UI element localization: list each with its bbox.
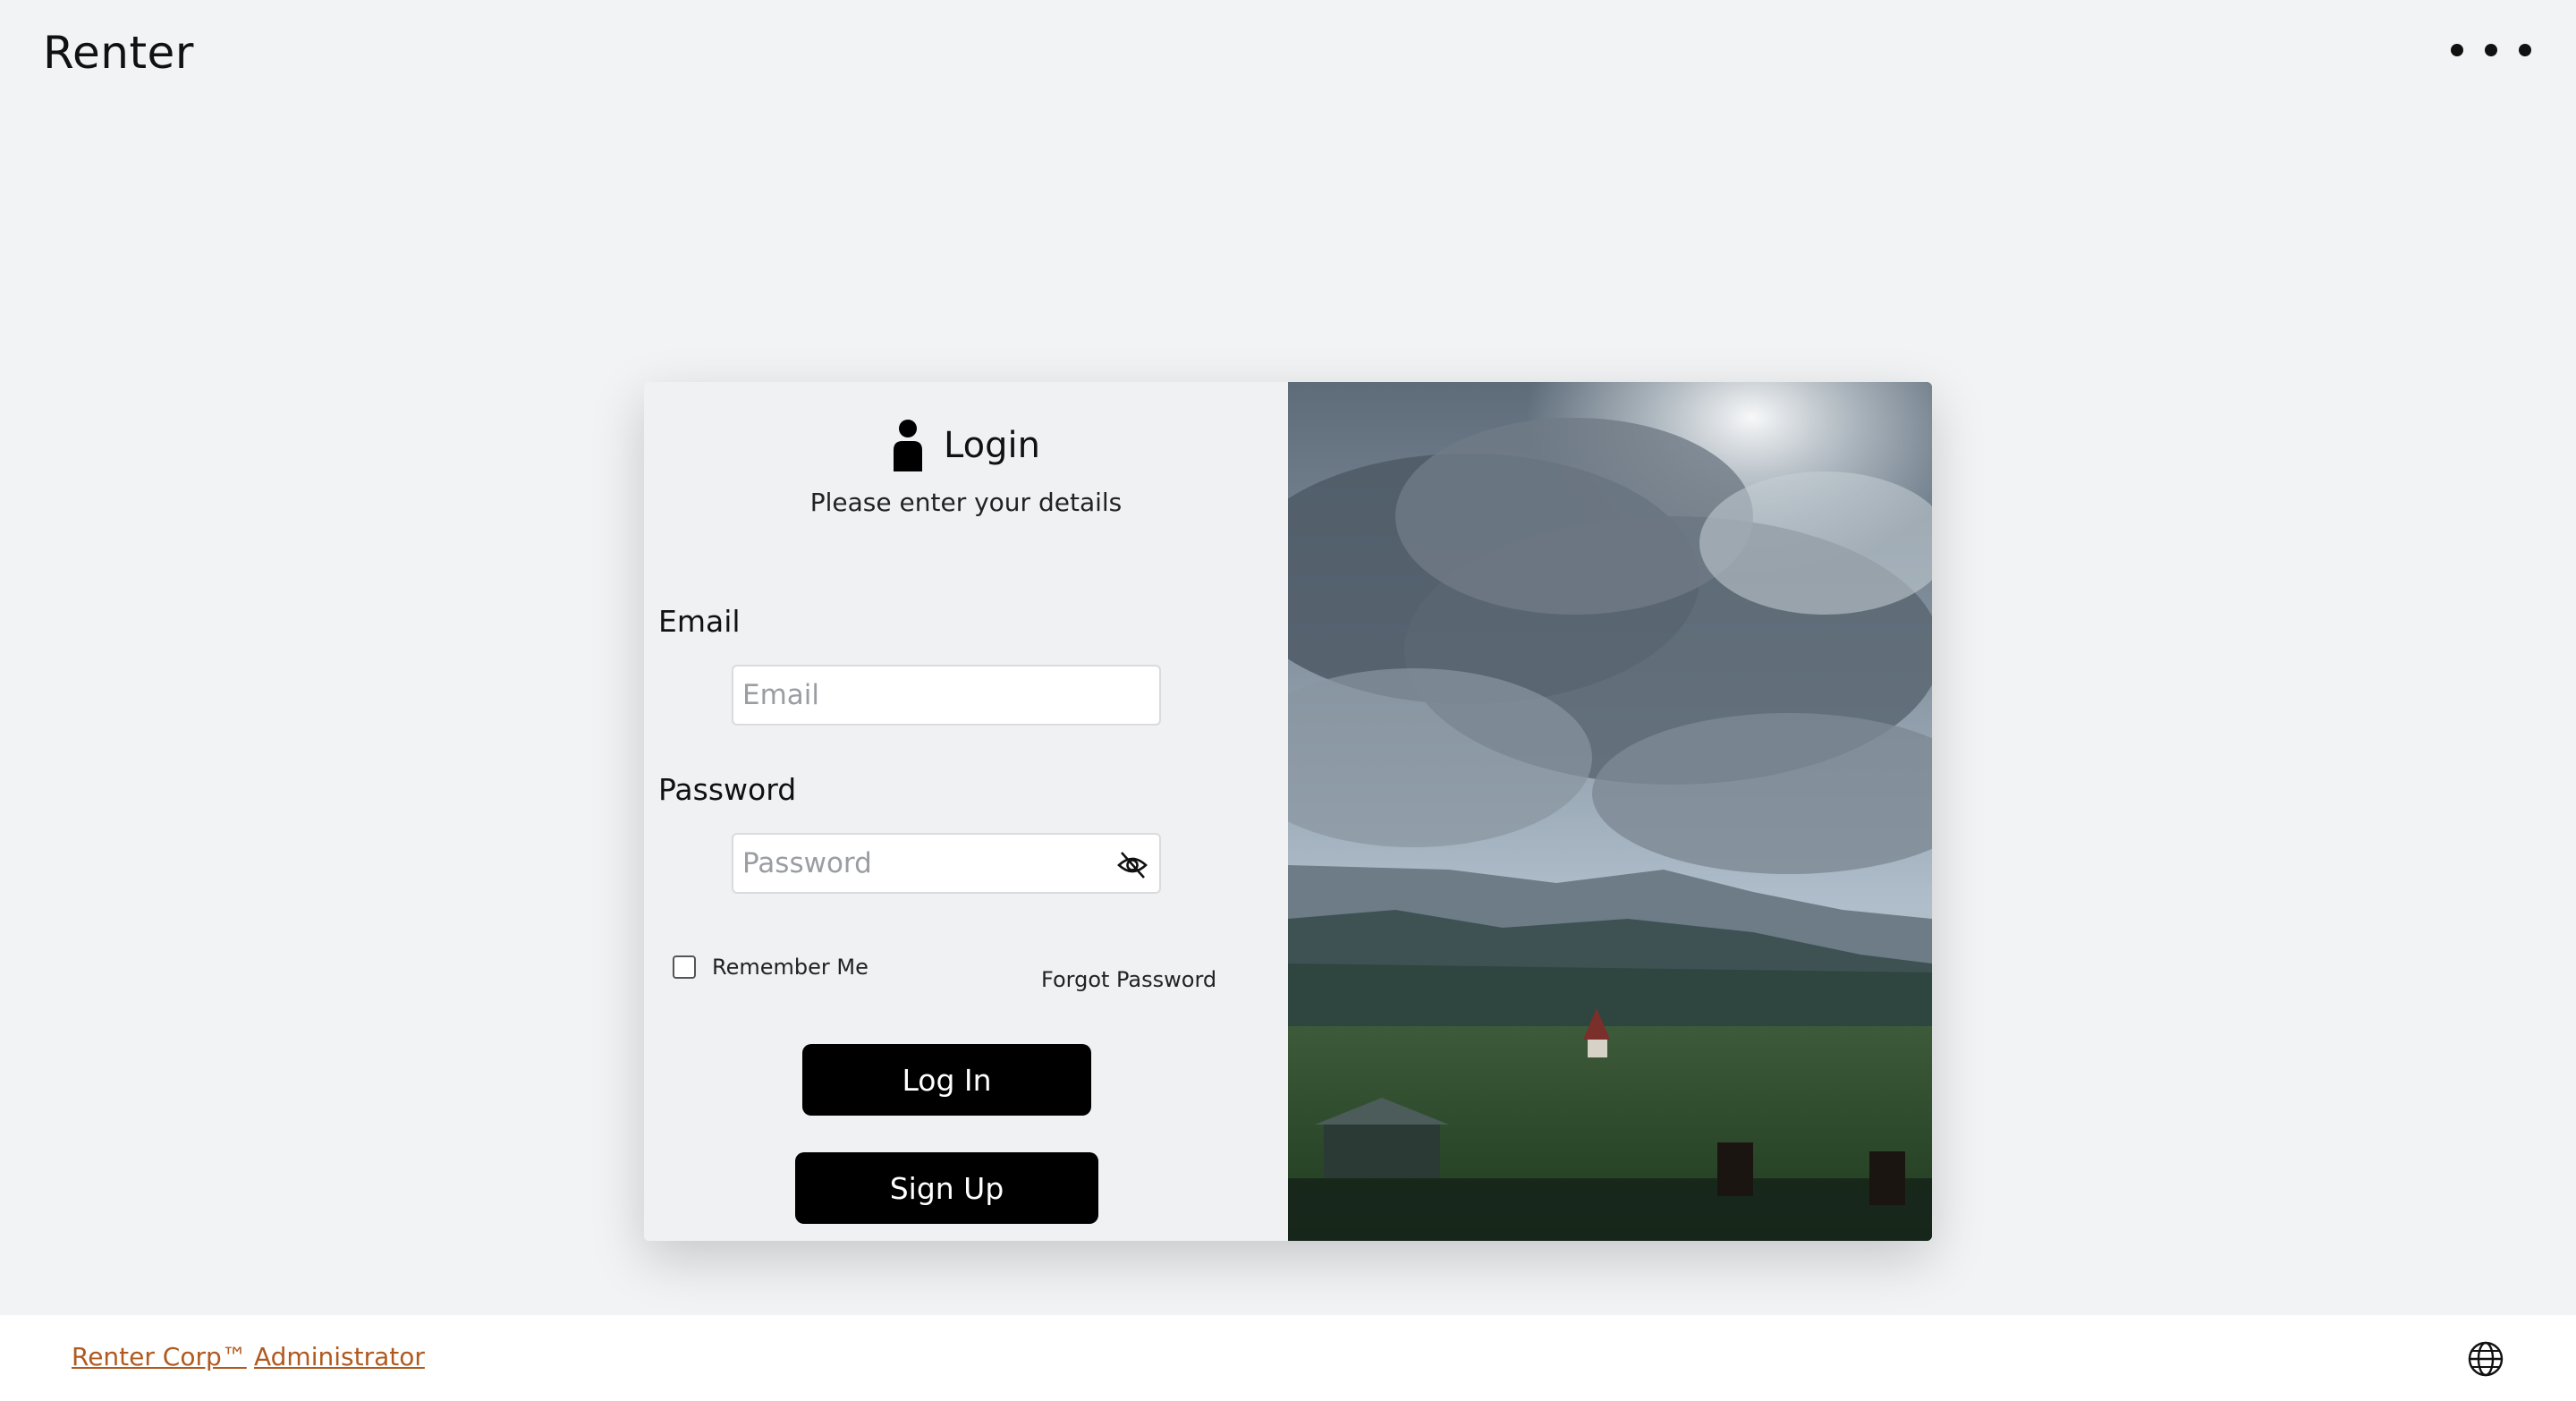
password-field[interactable] — [733, 835, 1159, 892]
login-subtitle: Please enter your details — [809, 488, 1123, 517]
password-label: Password — [658, 772, 797, 807]
login-title: Login — [944, 425, 1040, 466]
user-icon — [894, 420, 923, 471]
footer-link-administrator[interactable]: Administrator — [254, 1342, 425, 1371]
more-dot — [2519, 44, 2531, 56]
landscape-photo — [1288, 382, 1932, 1241]
footer-link-renter-corp[interactable]: Renter Corp™ — [72, 1342, 247, 1371]
password-field-wrapper — [732, 833, 1161, 894]
more-options-button[interactable] — [2451, 32, 2531, 68]
forgot-password-link[interactable]: Forgot Password — [1041, 967, 1216, 992]
footer: Renter Corp™ Administrator — [0, 1315, 2576, 1401]
top-bar: Renter — [0, 0, 2576, 116]
email-label: Email — [658, 604, 741, 639]
login-header: Login — [644, 420, 1288, 471]
globe-icon[interactable] — [2467, 1340, 2504, 1378]
remember-me-checkbox[interactable] — [673, 955, 696, 979]
remember-me-label: Remember Me — [712, 955, 869, 980]
eye-off-icon[interactable] — [1116, 849, 1148, 881]
login-form: Login Please enter your details Email Pa… — [644, 382, 1288, 1241]
remember-me[interactable]: Remember Me — [673, 955, 869, 980]
more-dot — [2485, 44, 2497, 56]
app-title: Renter — [43, 27, 194, 79]
more-horizontal-icon — [2451, 44, 2463, 56]
landscape-image — [1288, 382, 1932, 1241]
email-field-wrapper — [732, 665, 1161, 726]
email-field[interactable] — [733, 667, 1159, 724]
signup-button[interactable]: Sign Up — [795, 1152, 1098, 1224]
login-button[interactable]: Log In — [802, 1044, 1091, 1116]
login-card: Login Please enter your details Email Pa… — [644, 382, 1932, 1241]
